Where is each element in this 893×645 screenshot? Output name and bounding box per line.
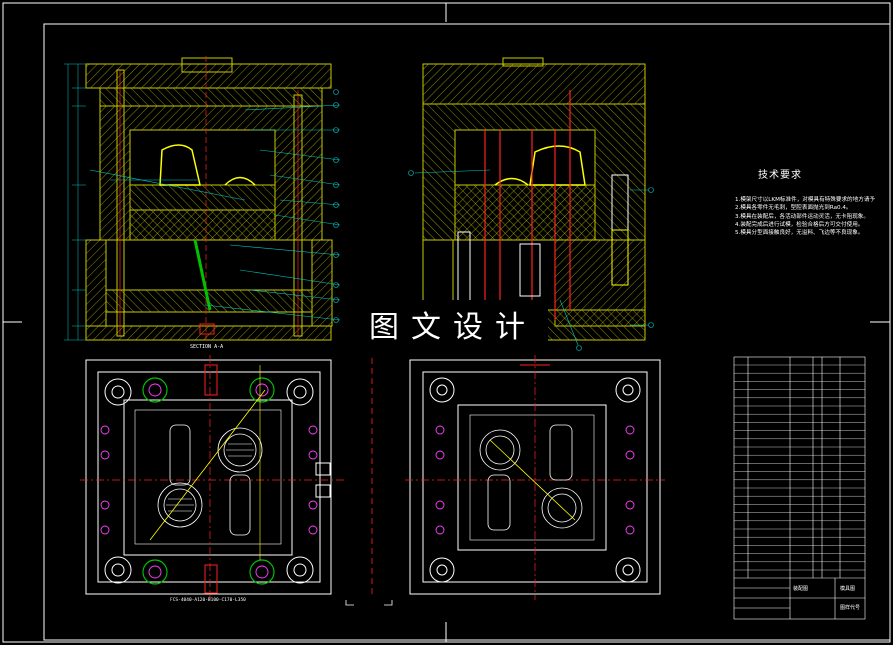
tech-requirement-line: 2.模具各零件无毛刺，型腔表面抛光到Ra0.4。 [735, 205, 852, 212]
tech-requirements-list: 1.模架尺寸以LKM标准件，对模具有特殊要求的地方请予以说明。 2.模具各零件无… [735, 196, 875, 237]
tech-requirements-title: 技术要求 [758, 170, 802, 181]
title-block-name-left: 装配图 [793, 586, 809, 592]
tech-requirement-line: 4.装配完成后进行试模，检验合格后方可交付使用。 [735, 221, 864, 228]
title-block-name-right: 模具图 [840, 586, 856, 592]
view-markers [345, 358, 393, 606]
mold-base-label: FCS-4040-A120-B100-C170-L350 [170, 598, 246, 603]
title-block-rows [734, 364, 865, 571]
tech-requirement-line: 5.模具分型面接触良好，无溢料、飞边等不良现象。 [735, 230, 864, 237]
tech-requirement-line: 3.模具在装配后，各活动部件运动灵活，无卡阻现象。 [735, 213, 869, 220]
watermark: 图文设计 [358, 300, 548, 348]
right-plan-view [405, 355, 665, 600]
left-plan-view [80, 355, 345, 600]
left-section-view [64, 56, 341, 341]
title-block-drawing-no: 图样代号 [840, 605, 861, 611]
tech-requirement-line: 1.模架尺寸以LKM标准件，对模具有特殊要求的地方请予以说明。 [735, 197, 875, 203]
section-label: SECTION A-A [190, 344, 224, 350]
